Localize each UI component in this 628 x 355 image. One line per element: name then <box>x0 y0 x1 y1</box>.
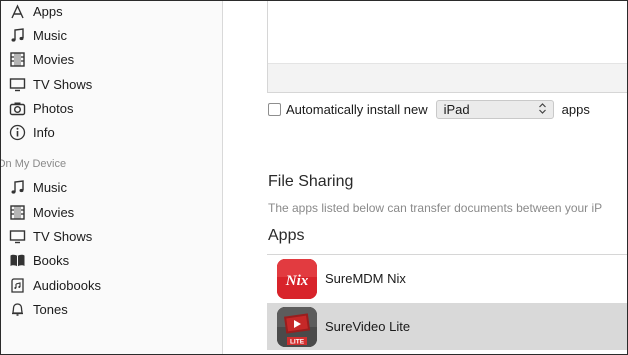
auto-install-row: Automatically install new iPad apps <box>268 98 590 120</box>
nix-logo-text: Nix <box>285 273 309 289</box>
music-note-icon <box>9 27 26 44</box>
chevron-updown-icon <box>538 102 547 117</box>
sidebar-item-label: TV Shows <box>33 76 93 92</box>
bell-icon <box>9 301 26 318</box>
sidebar-item-device-tones[interactable]: Tones <box>9 298 68 320</box>
sidebar-item-apps[interactable]: Apps <box>9 1 63 22</box>
auto-install-checkbox[interactable] <box>268 102 281 116</box>
file-sharing-description: The apps listed below can transfer docum… <box>268 201 603 215</box>
sidebar-item-label: Apps <box>33 3 63 19</box>
sidebar-item-device-tv-shows[interactable]: TV Shows <box>9 225 92 247</box>
sidebar-item-label: Movies <box>33 204 75 220</box>
sidebar-item-label: Audiobooks <box>33 277 101 293</box>
app-row-suremdm-nix[interactable]: Nix SureMDM Nix <box>267 255 627 302</box>
list-footer <box>268 63 627 92</box>
film-icon <box>9 204 26 221</box>
app-name: SureMDM Nix <box>325 271 406 286</box>
sidebar-item-label: Music <box>33 179 67 195</box>
sidebar-item-device-books[interactable]: Books <box>9 249 69 271</box>
tv-icon <box>9 228 26 245</box>
sidebar-item-photos[interactable]: Photos <box>9 97 73 119</box>
sidebar-item-device-audiobooks[interactable]: Audiobooks <box>9 274 101 296</box>
sidebar-item-device-music[interactable]: Music <box>9 176 67 198</box>
device-type-value: iPad <box>443 101 470 117</box>
auto-install-label: Automatically install new <box>286 101 428 117</box>
sidebar-item-label: Music <box>33 27 67 43</box>
tv-icon <box>9 76 26 93</box>
sidebar: Apps Music Movies TV Shows Photos Info O… <box>1 1 223 354</box>
camera-icon <box>9 100 26 117</box>
sidebar-item-label: Movies <box>33 51 75 67</box>
sidebar-item-label: Photos <box>33 100 74 116</box>
audiobook-icon <box>9 277 26 294</box>
itunes-window: Apps Music Movies TV Shows Photos Info O… <box>0 0 628 355</box>
apps-section-title: Apps <box>268 227 305 244</box>
suremdm-nix-app-icon: Nix <box>277 258 317 299</box>
music-note-icon <box>9 179 26 196</box>
film-icon <box>9 51 26 68</box>
sidebar-item-music[interactable]: Music <box>9 24 67 46</box>
sidebar-item-label: Books <box>33 252 70 268</box>
info-icon <box>9 124 26 141</box>
lite-badge-text: LITE <box>290 338 305 345</box>
surevideo-lite-app-icon: LITE <box>277 306 317 347</box>
file-sharing-apps-list: Nix SureMDM Nix LITE SureVideo Lite <box>267 254 627 354</box>
auto-install-suffix: apps <box>561 101 590 117</box>
device-type-select[interactable]: iPad <box>435 99 554 119</box>
sidebar-item-device-movies[interactable]: Movies <box>9 201 74 223</box>
sidebar-section-header: On My Device <box>0 158 67 170</box>
apps-icon <box>9 3 26 20</box>
sidebar-item-tv-shows[interactable]: TV Shows <box>9 73 92 95</box>
sidebar-item-movies[interactable]: Movies <box>9 48 74 70</box>
sidebar-item-label: TV Shows <box>33 228 93 244</box>
app-name: SureVideo Lite <box>325 319 411 334</box>
apps-install-list[interactable] <box>267 1 627 93</box>
book-icon <box>9 252 26 269</box>
sidebar-item-label: Info <box>33 124 55 140</box>
sidebar-item-info[interactable]: Info <box>9 121 55 143</box>
app-row-surevideo-lite[interactable]: LITE SureVideo Lite <box>267 303 627 350</box>
file-sharing-title: File Sharing <box>268 173 354 190</box>
main-panel: Automatically install new iPad apps File… <box>223 1 627 354</box>
sidebar-item-label: Tones <box>33 301 68 317</box>
